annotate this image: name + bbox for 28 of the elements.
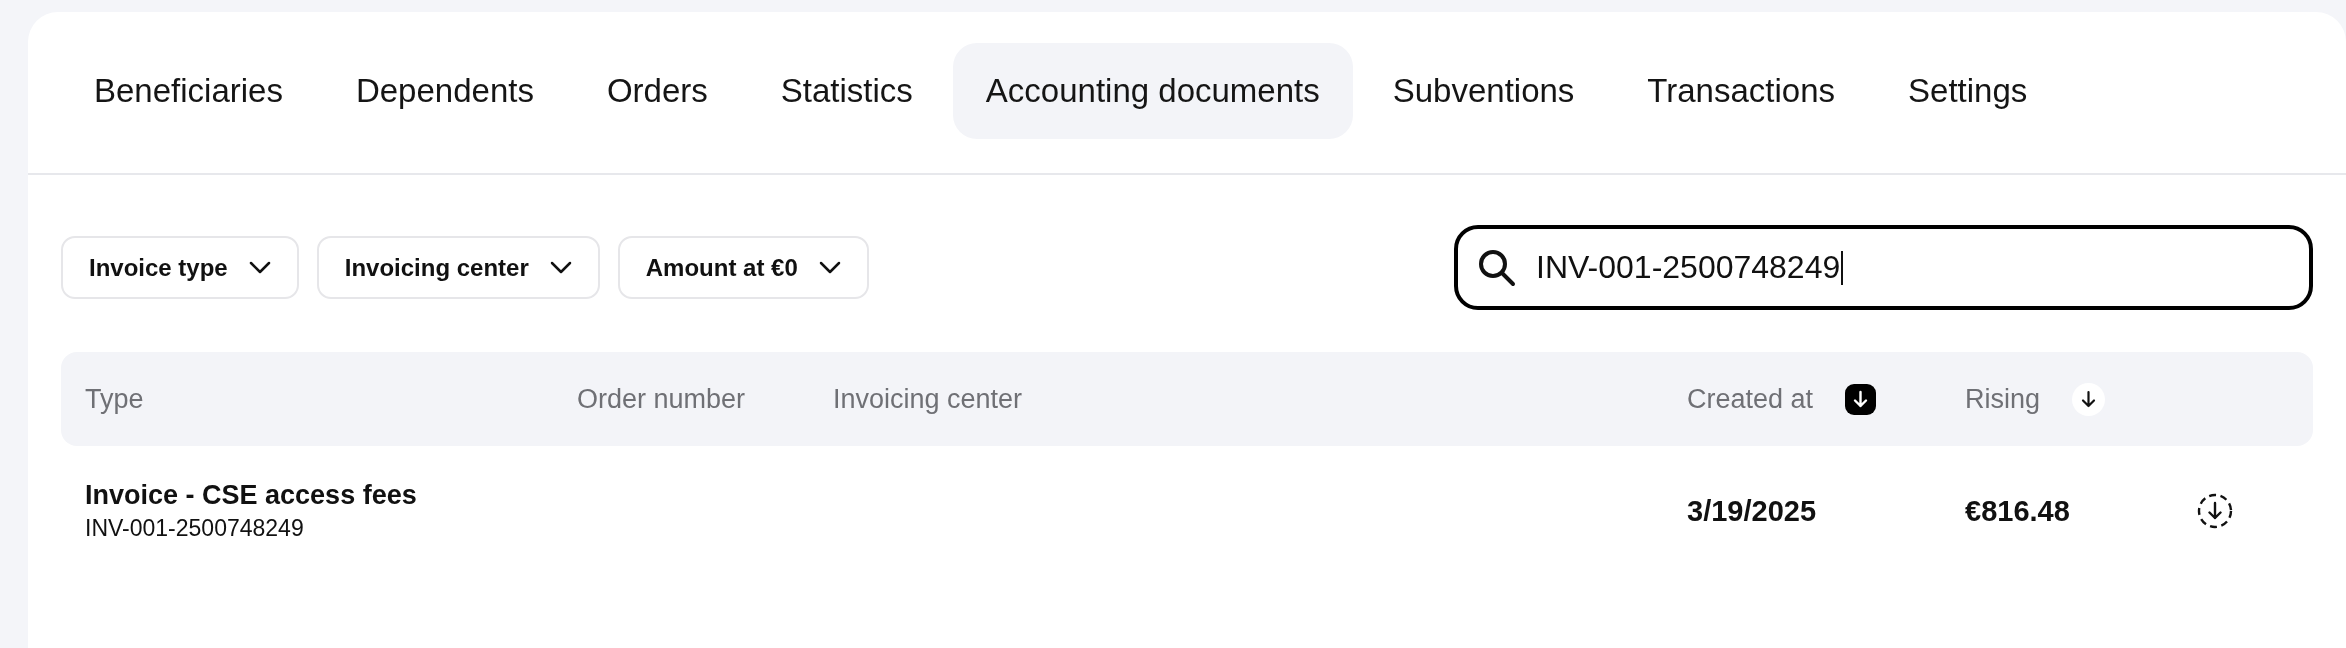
column-header: Type [85,383,144,415]
tab[interactable]: Subventions [1359,43,1608,139]
chevron-down-icon [818,261,841,274]
column-header: Invoicing center [833,383,1023,415]
tab[interactable]: Statistics [747,43,946,139]
tab[interactable]: Beneficiaries [61,43,316,139]
amount-text: €816.48 [1965,494,2070,527]
chevron-down-icon [549,261,572,274]
column-header: Order number [577,383,746,415]
column-header: Rising [1965,383,2041,415]
chevron-down-icon [248,261,271,274]
search-icon [1478,248,1516,287]
invoice-number: INV-001-2500748249 [85,515,304,542]
search-field[interactable]: INV-001-2500748249 [1454,225,2313,310]
tab[interactable]: Settings [1875,43,2061,139]
sort-icon[interactable] [2072,382,2106,416]
filter-dropdown[interactable]: Amount at €0 [617,236,869,299]
sort-icon[interactable] [1845,383,1877,415]
column-header: Created at [1687,383,1814,415]
filter-dropdown[interactable]: Invoicing center [316,236,600,299]
created-date: 3/19/2025 [1687,494,1816,527]
tab[interactable]: Dependents [322,43,567,139]
document-title: Invoice - CSE access fees [85,480,417,511]
tab[interactable]: Transactions [1614,43,1869,139]
tab[interactable]: Orders [573,43,741,139]
filter-dropdown[interactable]: Invoice type [61,236,299,299]
tab[interactable]: Accounting documents [952,43,1353,139]
download-icon[interactable] [2197,493,2233,529]
